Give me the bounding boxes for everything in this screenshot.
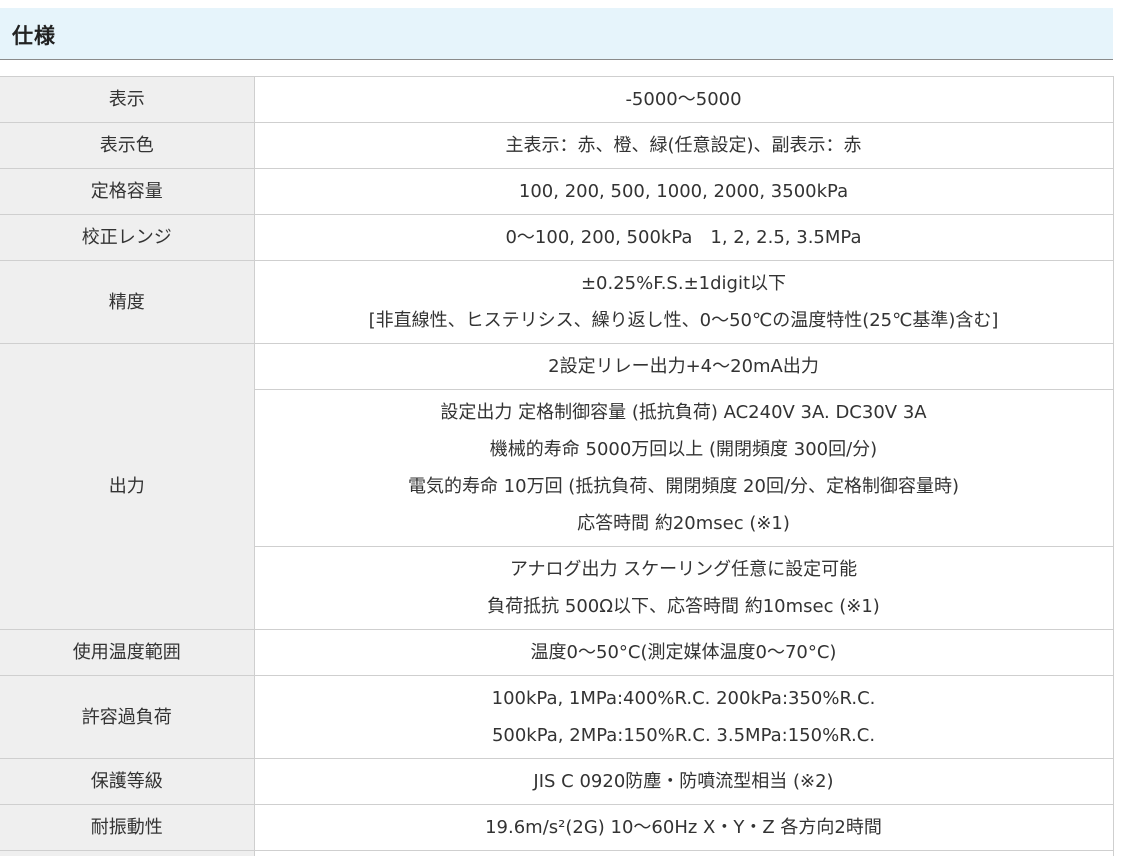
spec-value-line: -5000～5000 xyxy=(625,89,742,110)
spec-label: 許容過負荷 xyxy=(0,675,255,759)
spec-value: 0～100, 200, 500kPa 1, 2, 2.5, 3.5MPa xyxy=(253,214,1114,261)
spec-label: 出力 xyxy=(0,343,255,630)
spec-row-calibration-range: 校正レンジ 0～100, 200, 500kPa 1, 2, 2.5, 3.5M… xyxy=(0,214,1114,261)
spec-value-line: 0～100, 200, 500kPa 1, 2, 2.5, 3.5MPa xyxy=(505,227,862,248)
spec-label: 定格容量 xyxy=(0,168,255,215)
spec-value xyxy=(253,850,1114,856)
spec-value-line: 電気的寿命 10万回 (抵抗負荷、開閉頻度 20回/分、定格制御容量時) xyxy=(407,476,960,497)
spec-row-display-color: 表示色 主表示：赤、橙、緑(任意設定)、副表示：赤 xyxy=(0,122,1114,169)
spec-value: 100, 200, 500, 1000, 2000, 3500kPa xyxy=(253,168,1114,215)
spec-row-vibration-resistance: 耐振動性 19.6m/s²(2G) 10～60Hz X・Y・Z 各方向2時間 xyxy=(0,804,1114,851)
spec-row-allowable-overload: 許容過負荷 100kPa, 1MPa:400%R.C. 200kPa:350%R… xyxy=(0,675,1114,759)
spec-value: 温度0～50°C(測定媒体温度0～70°C) xyxy=(253,629,1114,676)
spec-value: 主表示：赤、橙、緑(任意設定)、副表示：赤 xyxy=(253,122,1114,169)
spec-row-rated-capacity: 定格容量 100, 200, 500, 1000, 2000, 3500kPa xyxy=(0,168,1114,215)
spec-value-line: [非直線性、ヒステリシス、繰り返し性、0～50℃の温度特性(25℃基準)含む] xyxy=(368,310,999,331)
spec-value-line: 負荷抵抗 500Ω以下、応答時間 約10msec (※1) xyxy=(487,596,880,617)
spec-value: JIS C 0920防塵・防噴流型相当 (※2) xyxy=(253,758,1114,805)
spec-label: 使用温度範囲 xyxy=(0,629,255,676)
spec-value-line: アナログ出力 スケーリング任意に設定可能 xyxy=(509,559,858,580)
spec-value-line: 設定出力 定格制御容量 (抵抗負荷) AC240V 3A. DC30V 3A xyxy=(440,402,927,423)
spec-value: 100kPa, 1MPa:400%R.C. 200kPa:350%R.C. 50… xyxy=(253,675,1114,759)
spec-value-line: 温度0～50°C(測定媒体温度0～70°C) xyxy=(530,642,837,663)
spec-table: 表示 -5000～5000 表示色 主表示：赤、橙、緑(任意設定)、副表示：赤 … xyxy=(0,76,1114,856)
spec-row-accuracy: 精度 ±0.25%F.S.±1digit以下 [非直線性、ヒステリシス、繰り返し… xyxy=(0,260,1114,344)
spec-label: 校正レンジ xyxy=(0,214,255,261)
spec-value-line: 19.6m/s²(2G) 10～60Hz X・Y・Z 各方向2時間 xyxy=(485,817,882,838)
spec-value-line: ±0.25%F.S.±1digit以下 xyxy=(580,273,787,294)
spec-row-next xyxy=(0,850,1114,856)
spec-row-operating-temperature: 使用温度範囲 温度0～50°C(測定媒体温度0～70°C) xyxy=(0,629,1114,676)
spec-value-line: 機械的寿命 5000万回以上 (開閉頻度 300回/分) xyxy=(489,439,878,460)
spec-value-line: 2設定リレー出力+4～20mA出力 xyxy=(548,356,819,377)
spec-value-line: 100, 200, 500, 1000, 2000, 3500kPa xyxy=(518,181,849,202)
spec-value-line: 100kPa, 1MPa:400%R.C. 200kPa:350%R.C. xyxy=(491,688,876,709)
spec-label: 表示 xyxy=(0,76,255,123)
spec-row-output-relay: 出力 2設定リレー出力+4～20mA出力 xyxy=(0,343,1114,630)
spec-label xyxy=(0,850,255,856)
spec-value-line: 主表示：赤、橙、緑(任意設定)、副表示：赤 xyxy=(505,135,862,156)
spec-value: 設定出力 定格制御容量 (抵抗負荷) AC240V 3A. DC30V 3A 機… xyxy=(253,389,1114,547)
spec-label: 保護等級 xyxy=(0,758,255,805)
spec-value-line: 応答時間 約20msec (※1) xyxy=(577,513,790,534)
spec-label: 表示色 xyxy=(0,122,255,169)
spec-value-line: JIS C 0920防塵・防噴流型相当 (※2) xyxy=(533,771,834,792)
section-header: 仕様 xyxy=(0,8,1113,60)
section-title: 仕様 xyxy=(12,24,56,48)
spec-value: ±0.25%F.S.±1digit以下 [非直線性、ヒステリシス、繰り返し性、0… xyxy=(253,260,1114,344)
spec-row-display: 表示 -5000～5000 xyxy=(0,76,1114,123)
spec-label: 耐振動性 xyxy=(0,804,255,851)
spec-page: 仕様 表示 -5000～5000 表示色 主表示：赤、橙、緑(任意設定)、副表示… xyxy=(0,0,1122,856)
spec-value: -5000～5000 xyxy=(253,76,1114,123)
spec-value: アナログ出力 スケーリング任意に設定可能 負荷抵抗 500Ω以下、応答時間 約1… xyxy=(253,546,1114,630)
spec-value: 19.6m/s²(2G) 10～60Hz X・Y・Z 各方向2時間 xyxy=(253,804,1114,851)
spec-value-line: 500kPa, 2MPa:150%R.C. 3.5MPa:150%R.C. xyxy=(491,725,876,746)
spec-value: 2設定リレー出力+4～20mA出力 xyxy=(253,343,1114,390)
spec-row-protection-class: 保護等級 JIS C 0920防塵・防噴流型相当 (※2) xyxy=(0,758,1114,805)
spec-label: 精度 xyxy=(0,260,255,344)
